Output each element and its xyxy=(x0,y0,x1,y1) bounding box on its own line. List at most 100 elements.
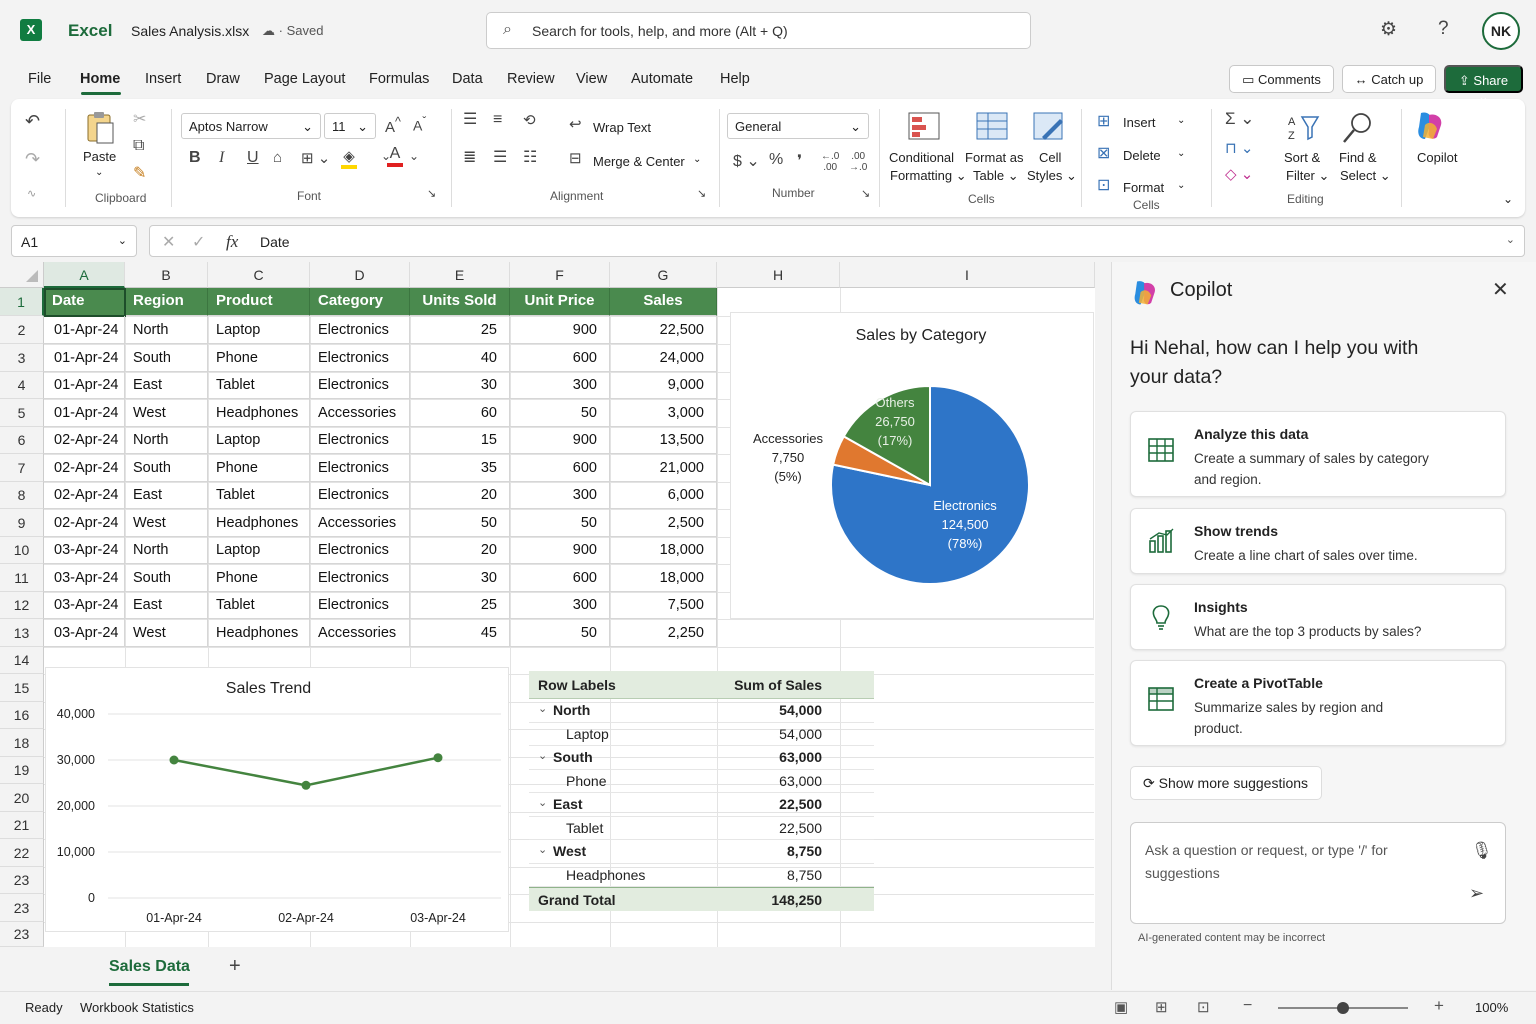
row-header[interactable]: 23 xyxy=(0,894,44,922)
send-icon[interactable]: ➢ xyxy=(1469,883,1484,904)
font-color-dropdown-icon[interactable]: ⌄ xyxy=(409,149,419,163)
formula-value[interactable]: Date xyxy=(260,234,290,250)
table-cell[interactable]: West xyxy=(125,509,208,537)
row-header[interactable]: 20 xyxy=(0,784,44,812)
search-box[interactable]: ⌕ Search for tools, help, and more (Alt … xyxy=(486,12,1031,49)
cancel-formula-icon[interactable]: ✕ xyxy=(162,232,175,252)
header-cell[interactable]: Product xyxy=(208,288,310,316)
share-button[interactable]: ⇪ Share ⌄ xyxy=(1444,65,1523,104)
table-cell[interactable]: Accessories xyxy=(310,399,410,427)
expand-formula-icon[interactable]: ⌄ xyxy=(1506,233,1515,246)
format-as-table-label-2[interactable]: Table ⌄ xyxy=(973,168,1019,184)
font-name-dropdown[interactable]: Aptos Narrow ⌄ xyxy=(181,113,321,139)
table-cell[interactable]: 13,500 xyxy=(610,427,717,454)
line-point[interactable] xyxy=(433,753,443,763)
pivot-row[interactable]: ⌄ East 22,500 xyxy=(529,793,874,817)
row-header[interactable]: 16 xyxy=(0,702,44,729)
number-launcher-icon[interactable]: ↘ xyxy=(861,187,870,200)
paste-dropdown-icon[interactable]: ⌄ xyxy=(95,167,103,178)
table-cell[interactable]: Electronics xyxy=(310,564,410,592)
column-header-i[interactable]: I xyxy=(840,262,1095,288)
orientation-icon[interactable]: ⟲ xyxy=(523,111,536,129)
row-header[interactable]: 4 xyxy=(0,372,44,399)
cut-icon[interactable]: ✂ xyxy=(133,109,146,129)
menu-automate[interactable]: Automate xyxy=(631,71,693,87)
row-header[interactable]: 19 xyxy=(0,757,44,784)
table-cell[interactable]: 02-Apr-24 xyxy=(44,482,125,509)
row-header[interactable]: 7 xyxy=(0,454,44,482)
enter-formula-icon[interactable]: ✓ xyxy=(192,232,205,252)
suggestion-card[interactable]: Analyze this data Create a summary of sal… xyxy=(1130,411,1506,497)
insert-cells-button[interactable]: Insert xyxy=(1123,115,1156,130)
row-header[interactable]: 23 xyxy=(0,922,44,947)
row-header[interactable]: 10 xyxy=(0,537,44,564)
line-point[interactable] xyxy=(169,755,179,765)
fill-color-icon[interactable]: ◈ xyxy=(341,147,357,169)
pivot-table[interactable]: Row Labels Sum of Sales ⌄ North 54,000 Lapt… xyxy=(529,671,874,911)
decrease-decimal-icon[interactable]: .00 →.0 xyxy=(849,151,867,173)
collapse-icon[interactable]: ⌄ xyxy=(538,843,547,856)
table-cell[interactable]: Tablet xyxy=(208,592,310,619)
row-header[interactable]: 13 xyxy=(0,619,44,647)
worksheet-grid[interactable]: ABCDEFGHI 1 2 3 4 5 6 7 8 9 10 11 12 13 14 15 16 18 19 20 2… xyxy=(0,262,1095,947)
normal-view-icon[interactable]: ▣ xyxy=(1114,998,1128,1016)
table-cell[interactable]: South xyxy=(125,454,208,482)
table-cell[interactable]: West xyxy=(125,619,208,647)
table-cell[interactable]: Headphones xyxy=(208,509,310,537)
wrap-text-button[interactable]: Wrap Text xyxy=(593,120,651,135)
align-right-icon[interactable]: ☷ xyxy=(523,147,537,167)
merge-center-icon[interactable]: ⊟ xyxy=(569,149,582,167)
ribbon-collapse-icon[interactable]: ⌄ xyxy=(1503,192,1513,206)
pivot-row-labels-header[interactable]: Row Labels xyxy=(538,677,616,693)
table-cell[interactable]: 9,000 xyxy=(610,372,717,399)
header-cell[interactable]: Sales xyxy=(610,288,717,316)
zoom-in-button[interactable]: + xyxy=(1434,996,1444,1016)
table-cell[interactable]: 03-Apr-24 xyxy=(44,537,125,564)
select-all-corner[interactable] xyxy=(0,262,44,288)
autosum-icon[interactable]: Σ ⌄ xyxy=(1225,109,1254,129)
table-cell[interactable]: 01-Apr-24 xyxy=(44,372,125,399)
menu-draw[interactable]: Draw xyxy=(206,71,240,87)
format-cells-icon[interactable]: ⊡ xyxy=(1097,175,1110,195)
menu-insert[interactable]: Insert xyxy=(145,71,181,87)
catch-up-button[interactable]: ↔ Catch up xyxy=(1342,65,1436,93)
table-cell[interactable]: 22,500 xyxy=(610,316,717,344)
bold-icon[interactable]: B xyxy=(189,149,201,167)
copilot-input[interactable]: Ask a question or request, or type '/' f… xyxy=(1130,822,1506,924)
pivot-row[interactable]: Headphones 8,750 xyxy=(529,864,874,887)
help-icon[interactable]: ? xyxy=(1438,18,1449,40)
row-header[interactable]: 1 xyxy=(0,288,44,316)
table-cell[interactable]: East xyxy=(125,482,208,509)
pie-chart[interactable]: Sales by Category Electronics 124,500 (78%… xyxy=(730,312,1094,619)
table-cell[interactable]: Accessories xyxy=(310,619,410,647)
formula-input[interactable]: ✕ ✓ fx Date ⌄ xyxy=(149,225,1525,257)
conditional-formatting-icon[interactable] xyxy=(907,111,941,145)
table-cell[interactable]: 20 xyxy=(410,482,510,509)
table-cell[interactable]: 50 xyxy=(510,399,610,427)
strikethrough-icon[interactable]: ⌂ xyxy=(273,149,282,166)
collapse-icon[interactable]: ⌄ xyxy=(538,749,547,762)
table-cell[interactable]: 600 xyxy=(510,454,610,482)
column-header-d[interactable]: D xyxy=(310,262,410,288)
table-cell[interactable]: 18,000 xyxy=(610,537,717,564)
row-header[interactable]: 11 xyxy=(0,564,44,592)
table-cell[interactable]: 21,000 xyxy=(610,454,717,482)
table-cell[interactable]: East xyxy=(125,372,208,399)
header-cell[interactable]: Region xyxy=(125,288,208,316)
settings-gear-icon[interactable]: ⚙ xyxy=(1380,18,1397,41)
table-cell[interactable]: 300 xyxy=(510,372,610,399)
table-cell[interactable]: 25 xyxy=(410,592,510,619)
fill-icon[interactable]: ⊓ ⌄ xyxy=(1225,139,1253,157)
table-cell[interactable]: 60 xyxy=(410,399,510,427)
menu-review[interactable]: Review xyxy=(507,71,555,87)
delete-dropdown-icon[interactable]: ⌄ xyxy=(1177,148,1185,159)
table-cell[interactable]: 15 xyxy=(410,427,510,454)
zoom-level[interactable]: 100% xyxy=(1475,1000,1508,1015)
align-center-icon[interactable]: ☰ xyxy=(493,147,507,167)
row-header[interactable]: 14 xyxy=(0,647,44,674)
underline-icon[interactable]: U xyxy=(247,149,259,167)
sort-filter-label-2[interactable]: Filter ⌄ xyxy=(1286,168,1329,184)
insert-dropdown-icon[interactable]: ⌄ xyxy=(1177,115,1185,126)
table-cell[interactable]: 600 xyxy=(510,344,610,372)
table-cell[interactable]: Electronics xyxy=(310,482,410,509)
